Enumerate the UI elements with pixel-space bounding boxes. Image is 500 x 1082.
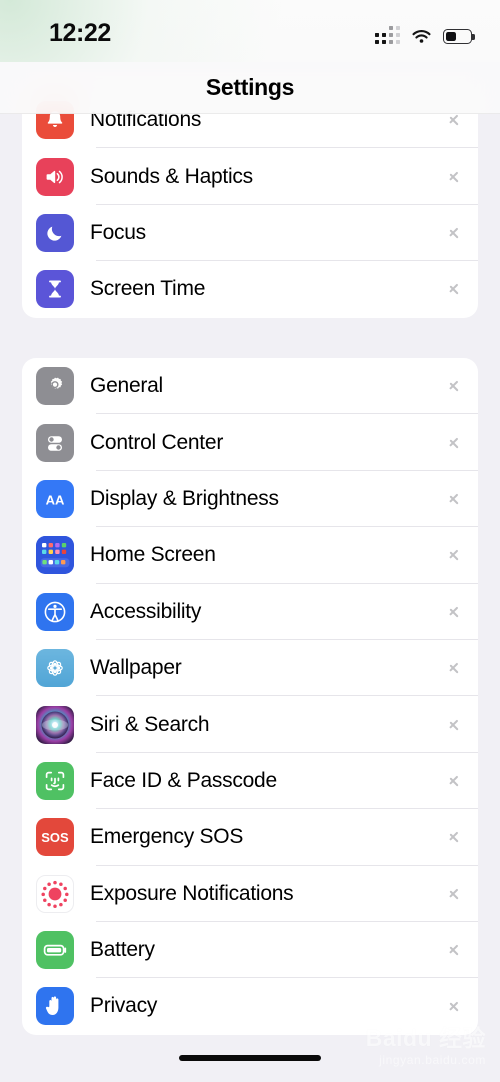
- settings-row-siri-search[interactable]: Siri & Search: [22, 696, 478, 753]
- settings-row-screen-time[interactable]: Screen Time: [22, 261, 478, 317]
- settings-row-label: Screen Time: [90, 277, 206, 301]
- settings-row-label: Accessibility: [90, 599, 202, 623]
- siri-orb-icon: [36, 705, 74, 744]
- flower-icon: [36, 649, 74, 688]
- chevron-right-icon: [449, 491, 458, 507]
- gear-icon: [36, 367, 74, 406]
- toggles-icon: [36, 423, 74, 462]
- settings-row-label: Wallpaper: [90, 656, 182, 680]
- settings-row-control-center[interactable]: Control Center: [22, 414, 478, 471]
- chevron-right-icon: [449, 998, 458, 1014]
- settings-row-display-brightness[interactable]: AA Display & Brightness: [22, 471, 478, 528]
- settings-row-focus[interactable]: Focus: [22, 205, 478, 262]
- settings-row-label: Focus: [90, 220, 146, 244]
- svg-text:AA: AA: [46, 492, 65, 507]
- settings-row-label: Siri & Search: [90, 712, 210, 736]
- battery-level-fill: [445, 31, 456, 42]
- accessibility-icon: [36, 592, 74, 631]
- status-bar: 12:22: [0, 0, 500, 62]
- aa-text-size-icon: AA: [36, 479, 74, 518]
- chevron-right-icon: [449, 604, 458, 620]
- chevron-right-icon: [449, 435, 458, 451]
- settings-group-2: General Control Center AA Display & Brig…: [22, 358, 478, 1035]
- hand-raised-icon: [36, 987, 74, 1026]
- settings-group-1: Notifications Sounds & Haptics Focus Scr…: [22, 92, 478, 318]
- page-title: Settings: [205, 74, 295, 100]
- settings-row-label: Display & Brightness: [90, 486, 279, 510]
- watermark-url: jingyan.baidu.com: [379, 1053, 486, 1067]
- face-id-icon: [36, 761, 74, 800]
- settings-row-wallpaper[interactable]: Wallpaper: [22, 640, 478, 697]
- settings-row-general[interactable]: General: [22, 358, 478, 415]
- chevron-right-icon: [449, 281, 458, 297]
- settings-row-label: Exposure Notifications: [90, 881, 294, 905]
- settings-row-home-screen[interactable]: Home Screen: [22, 527, 478, 584]
- cellular-signal-icon: [374, 25, 400, 44]
- settings-row-label: Emergency SOS: [90, 825, 244, 849]
- chevron-right-icon: [449, 942, 458, 958]
- settings-row-label: Sounds & Haptics: [90, 164, 253, 188]
- settings-scroll-view[interactable]: Notifications Sounds & Haptics Focus Scr…: [0, 0, 500, 1082]
- navigation-bar: Settings: [0, 62, 500, 114]
- battery-icon: [443, 29, 475, 44]
- chevron-right-icon: [449, 717, 458, 733]
- settings-row-emergency-sos[interactable]: SOS Emergency SOS: [22, 809, 478, 866]
- iphone-settings-screen: Notifications Sounds & Haptics Focus Scr…: [0, 0, 500, 1082]
- settings-row-label: Face ID & Passcode: [90, 768, 277, 792]
- app-grid-icon: [36, 536, 74, 575]
- settings-row-battery[interactable]: Battery: [22, 922, 478, 979]
- settings-row-sounds-haptics[interactable]: Sounds & Haptics: [22, 148, 478, 205]
- hourglass-icon: [36, 270, 74, 309]
- chevron-right-icon: [449, 660, 458, 676]
- paw-print-icon: [396, 1014, 426, 1038]
- wifi-icon: [411, 28, 432, 44]
- chevron-right-icon: [449, 547, 458, 563]
- settings-row-label: General: [90, 374, 163, 398]
- chevron-right-icon: [449, 886, 458, 902]
- chevron-right-icon: [449, 112, 458, 128]
- chevron-right-icon: [449, 378, 458, 394]
- exposure-dots-icon: [36, 874, 74, 913]
- chevron-right-icon: [449, 773, 458, 789]
- settings-row-exposure-notifications[interactable]: Exposure Notifications: [22, 866, 478, 922]
- speaker-wave-icon: [36, 157, 74, 196]
- moon-icon: [36, 213, 74, 252]
- battery-icon: [36, 931, 74, 970]
- home-indicator[interactable]: [179, 1055, 321, 1061]
- chevron-right-icon: [449, 225, 458, 241]
- svg-text:SOS: SOS: [41, 830, 69, 845]
- status-bar-clock: 12:22: [49, 19, 111, 47]
- baidu-watermark: Baidu 经验 jingyan.baidu.com: [366, 1014, 486, 1067]
- settings-row-label: Battery: [90, 938, 155, 962]
- sos-icon: SOS: [36, 818, 74, 857]
- chevron-right-icon: [449, 169, 458, 185]
- settings-row-label: Home Screen: [90, 543, 216, 567]
- settings-row-label: Control Center: [90, 430, 224, 454]
- settings-row-face-id-passcode[interactable]: Face ID & Passcode: [22, 753, 478, 810]
- settings-row-accessibility[interactable]: Accessibility: [22, 584, 478, 640]
- chevron-right-icon: [449, 829, 458, 845]
- status-bar-indicators: [374, 22, 475, 44]
